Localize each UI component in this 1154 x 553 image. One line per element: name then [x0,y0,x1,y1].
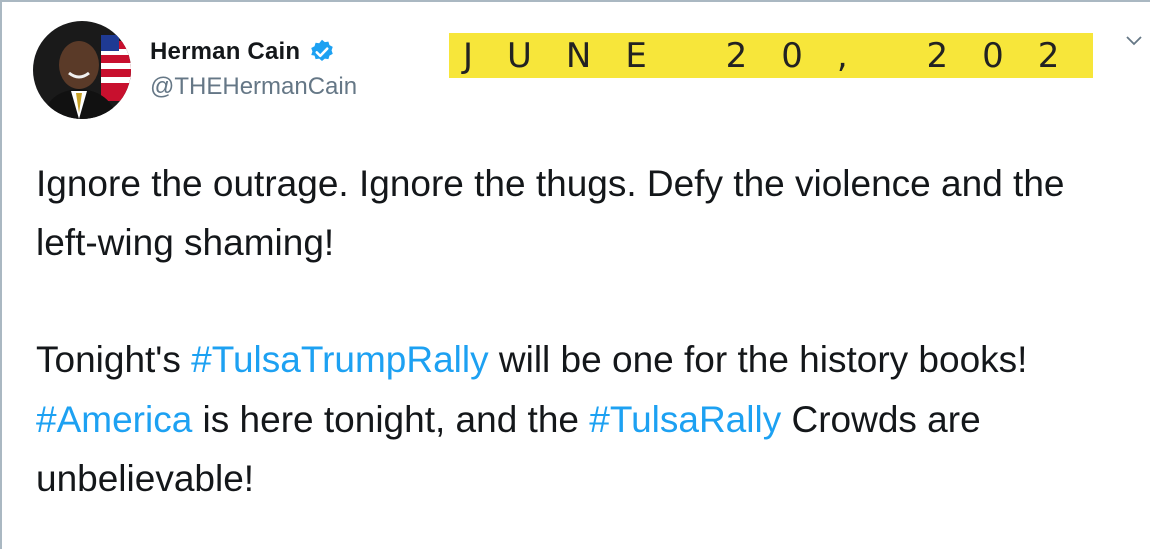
hashtag-link[interactable]: #TulsaRally [589,399,781,440]
author-name-row: Herman Cain [150,38,336,66]
tweet-paragraph-1: Ignore the outrage. Ignore the thugs. De… [36,163,1065,264]
avatar[interactable] [33,21,131,119]
avatar-image [33,21,131,119]
tweet-text-segment: will be one for the history books! [488,339,1028,381]
hashtag-link[interactable]: #America [36,399,192,440]
tweet-text-segment: Tonight's [36,339,192,381]
author-display-name[interactable]: Herman Cain [150,38,300,66]
verified-badge-icon [308,38,336,66]
hashtag-link[interactable]: #TulsaTrumpRally [191,339,488,380]
date-stamp: JUNE 20, 2020 [449,33,1093,78]
chevron-down-icon[interactable] [1124,33,1144,49]
tweet-paragraph-2: Tonight's #TulsaTrumpRally will be one f… [36,330,1116,508]
tweet-body: Ignore the outrage. Ignore the thugs. De… [36,154,1116,508]
tweet-text-segment: is here tonight, and the [192,398,590,440]
author-handle[interactable]: @THEHermanCain [150,73,357,101]
